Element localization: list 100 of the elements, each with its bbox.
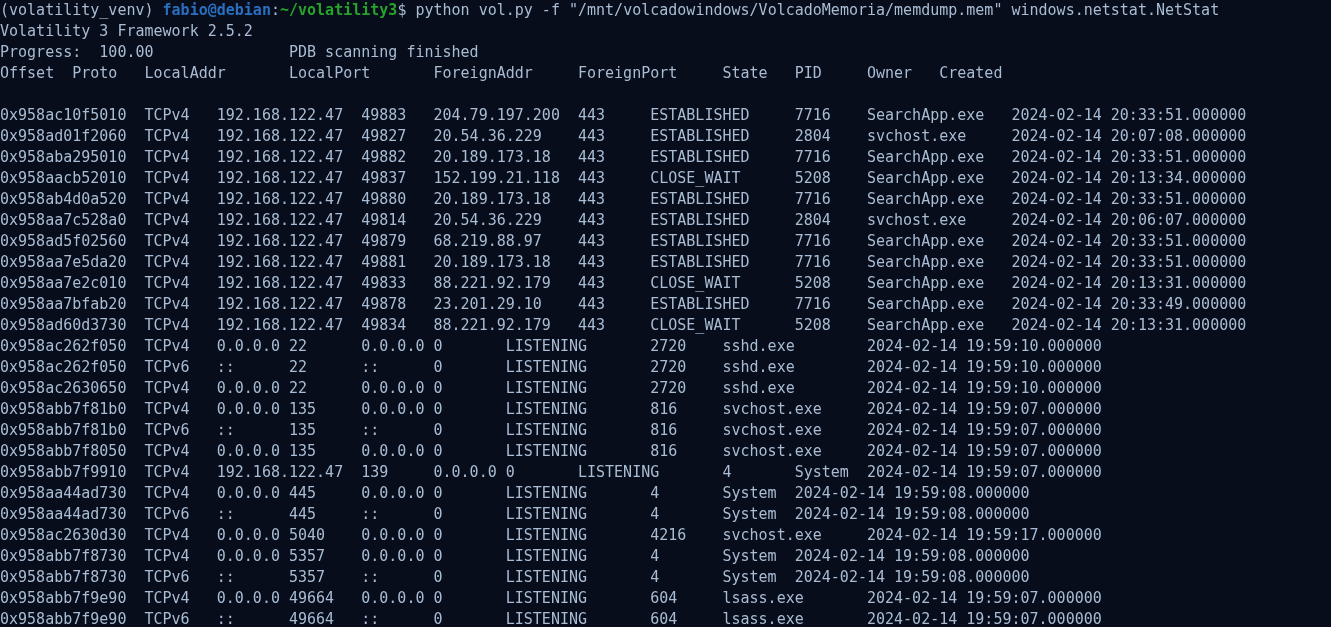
- table-cell: 135: [289, 442, 317, 460]
- table-cell: 0.0.0.0: [216, 547, 280, 565]
- table-cell: TCPv4: [144, 463, 190, 481]
- table-cell: TCPv4: [144, 253, 190, 271]
- table-cell: 192.168.122.47: [216, 148, 344, 166]
- table-cell: 88.221.92.179: [433, 316, 551, 334]
- table-cell: TCPv4: [144, 442, 190, 460]
- table-cell: 0x958abb7f9910: [0, 463, 127, 481]
- table-cell: svchost.exe: [722, 400, 822, 418]
- table-cell: 49837: [361, 169, 407, 187]
- table-cell: 2024-02-14 20:33:51.000000: [1011, 190, 1247, 208]
- table-cell: LISTENING: [505, 505, 587, 523]
- table-cell: ESTABLISHED: [650, 127, 750, 145]
- table-cell: 2024-02-14 20:07:08.000000: [1011, 127, 1247, 145]
- table-cell: 4: [650, 568, 660, 586]
- table-cell: 49882: [361, 148, 407, 166]
- table-cell: 2024-02-14 20:13:31.000000: [1011, 274, 1247, 292]
- table-cell: 0: [433, 526, 443, 544]
- table-cell: System: [722, 568, 777, 586]
- table-cell: TCPv4: [144, 589, 190, 607]
- table-cell: 2024-02-14 19:59:10.000000: [866, 358, 1102, 376]
- table-cell: 4: [650, 505, 660, 523]
- table-cell: 0.0.0.0: [361, 526, 425, 544]
- table-cell: 0x958ad60d3730: [0, 316, 127, 334]
- table-cell: 2024-02-14 19:59:07.000000: [866, 442, 1102, 460]
- table-cell: 2024-02-14 19:59:10.000000: [866, 379, 1102, 397]
- table-cell: TCPv6: [144, 421, 190, 439]
- table-cell: LISTENING: [505, 610, 587, 627]
- table-cell: TCPv4: [144, 148, 190, 166]
- output-line: Volatility 3 Framework 2.5.2: [0, 22, 253, 40]
- table-cell: SearchApp.exe: [866, 316, 985, 334]
- table-cell: 0.0.0.0: [216, 442, 280, 460]
- table-cell: 0.0.0.0: [216, 379, 280, 397]
- table-cell: 68.219.88.97: [433, 232, 542, 250]
- table-cell: 2024-02-14 20:33:51.000000: [1011, 148, 1247, 166]
- table-cell: ::: [216, 421, 235, 439]
- table-cell: 0x958abb7f9e90: [0, 610, 127, 627]
- table-cell: svchost.exe: [722, 526, 822, 544]
- table-cell: 0x958aa7e5da20: [0, 253, 127, 271]
- table-cell: 2024-02-14 20:33:49.000000: [1011, 295, 1247, 313]
- table-cell: 88.221.92.179: [433, 274, 551, 292]
- table-cell: 192.168.122.47: [216, 169, 344, 187]
- table-cell: 443: [577, 169, 606, 187]
- table-cell: 192.168.122.47: [216, 295, 344, 313]
- table-cell: 0.0.0.0: [361, 442, 425, 460]
- table-cell: 604: [650, 589, 678, 607]
- table-cell: 0: [433, 379, 443, 397]
- table-cell: 49881: [361, 253, 407, 271]
- header-word: ForeignPort: [577, 64, 678, 82]
- table-cell: 7716: [794, 295, 831, 313]
- table-cell: 49834: [361, 316, 407, 334]
- table-cell: 0.0.0.0: [361, 484, 425, 502]
- table-cell: TCPv6: [144, 568, 190, 586]
- table-cell: 5208: [794, 169, 831, 187]
- table-cell: 0x958ac2630d30: [0, 526, 127, 544]
- table-cell: SearchApp.exe: [866, 253, 985, 271]
- table-cell: 0x958ac262f050: [0, 337, 127, 355]
- table-cell: 816: [650, 442, 678, 460]
- table-cell: 49664: [289, 589, 335, 607]
- table-cell: 445: [289, 484, 317, 502]
- table-cell: 20.54.36.229: [433, 211, 542, 229]
- table-cell: LISTENING: [505, 358, 587, 376]
- table-cell: 22: [289, 337, 308, 355]
- table-cell: 0x958ab4d0a520: [0, 190, 127, 208]
- table-cell: 2720: [650, 379, 687, 397]
- table-cell: 7716: [794, 232, 831, 250]
- table-cell: 0x958aba295010: [0, 148, 127, 166]
- table-cell: 443: [577, 127, 606, 145]
- table-cell: 2024-02-14 20:13:34.000000: [1011, 169, 1247, 187]
- table-cell: 0: [433, 484, 443, 502]
- table-cell: ESTABLISHED: [650, 295, 750, 313]
- table-cell: 4: [650, 484, 660, 502]
- table-cell: 192.168.122.47: [216, 127, 344, 145]
- table-cell: 604: [650, 610, 678, 627]
- table-cell: 2024-02-14 19:59:08.000000: [794, 547, 1030, 565]
- header-word: PID: [794, 64, 822, 82]
- table-cell: 2024-02-14 20:33:51.000000: [1011, 253, 1247, 271]
- table-cell: 5208: [794, 274, 831, 292]
- table-cell: System: [722, 484, 777, 502]
- table-cell: 23.201.29.10: [433, 295, 542, 313]
- table-cell: 0x958abb7f81b0: [0, 421, 127, 439]
- table-cell: ::: [361, 505, 380, 523]
- table-cell: 192.168.122.47: [216, 232, 344, 250]
- table-cell: 2024-02-14 19:59:07.000000: [866, 463, 1102, 481]
- table-cell: 0: [505, 463, 515, 481]
- table-cell: LISTENING: [505, 337, 587, 355]
- table-cell: 2024-02-14 19:59:10.000000: [866, 337, 1102, 355]
- table-cell: 0: [433, 421, 443, 439]
- table-cell: CLOSE_WAIT: [650, 316, 741, 334]
- table-cell: 0x958ac262f050: [0, 358, 127, 376]
- table-cell: 20.189.173.18: [433, 190, 551, 208]
- header-word: ForeignAddr: [433, 64, 533, 82]
- table-cell: LISTENING: [505, 379, 587, 397]
- table-cell: TCPv4: [144, 316, 190, 334]
- table-cell: 0x958ac2630650: [0, 379, 127, 397]
- table-cell: SearchApp.exe: [866, 169, 985, 187]
- table-cell: 5208: [794, 316, 831, 334]
- table-cell: 192.168.122.47: [216, 106, 344, 124]
- table-cell: 2720: [650, 337, 687, 355]
- table-cell: 443: [577, 316, 606, 334]
